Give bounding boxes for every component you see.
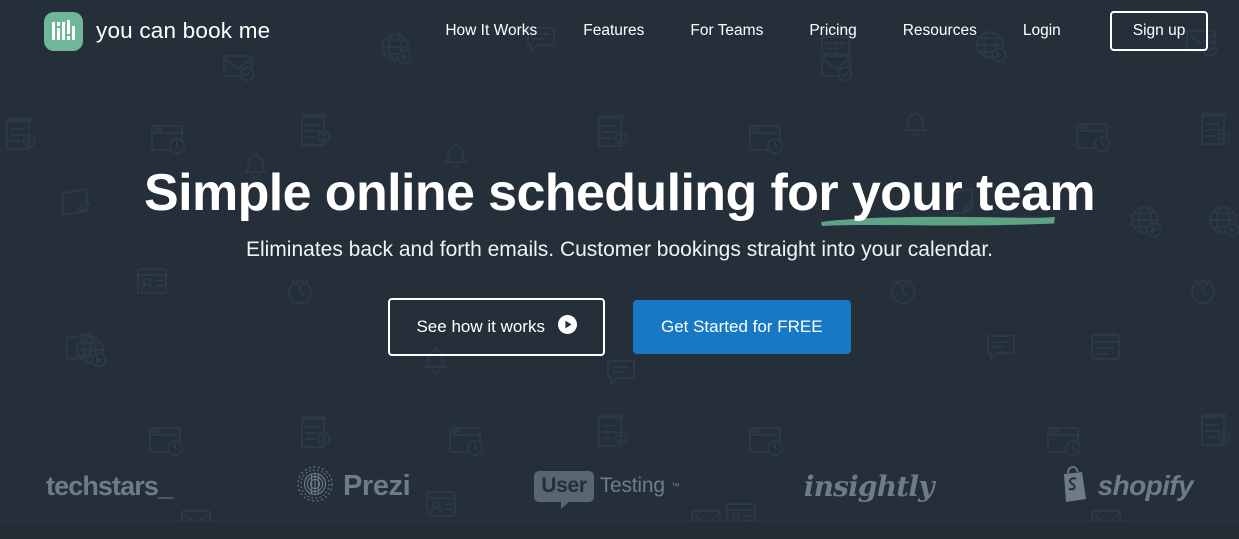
hero-subtitle: Eliminates back and forth emails. Custom…: [245, 238, 994, 261]
get-started-button[interactable]: Get Started for FREE: [632, 300, 851, 354]
nav-login[interactable]: Login: [1000, 16, 1084, 46]
bar-chart-logo-icon: [44, 11, 83, 51]
shopify-wordmark: shopify: [1097, 470, 1194, 501]
client-logo-usertesting: User Testing ™: [534, 470, 680, 509]
brand-name: you can book me: [96, 18, 271, 43]
hero-section: Simple online scheduling for your team E…: [0, 62, 1239, 452]
see-how-it-works-button[interactable]: See how it works: [388, 298, 605, 356]
hero-actions: See how it works Get Started for FREE: [0, 298, 1239, 356]
play-circle-icon: [557, 315, 577, 339]
prezi-wordmark: Prezi: [342, 469, 411, 502]
shopify-bag-icon: [1058, 465, 1090, 507]
usertesting-wordmark: Testing: [599, 474, 665, 497]
nav-pricing[interactable]: Pricing: [786, 16, 879, 46]
techstars-wordmark: techstars_: [46, 470, 173, 501]
client-logo-techstars: techstars_: [46, 470, 173, 502]
sign-up-button[interactable]: Sign up: [1109, 11, 1209, 51]
main-navigation: How It Works Features For Teams Pricing …: [422, 11, 1209, 51]
nav-how-it-works[interactable]: How It Works: [422, 16, 560, 46]
see-how-it-works-label: See how it works: [416, 317, 545, 336]
bottom-divider: [0, 521, 1239, 522]
client-logo-prezi: Prezi: [296, 465, 411, 508]
nav-features[interactable]: Features: [560, 16, 667, 46]
landing-page: you can book me How It Works Features Fo…: [0, 0, 1239, 539]
client-logo-insightly: insightly: [803, 469, 935, 503]
brand-logo-link[interactable]: you can book me: [44, 11, 271, 51]
page-title: Simple online scheduling for your team: [144, 164, 1096, 222]
client-logo-shopify: shopify: [1058, 465, 1194, 507]
client-logo-strip: techstars_ Prezi User Testing ™ insightl…: [0, 452, 1239, 520]
site-header: you can book me How It Works Features Fo…: [0, 0, 1239, 62]
usertesting-trademark: ™: [670, 481, 680, 491]
prezi-sunburst-icon: [296, 465, 334, 508]
nav-for-teams[interactable]: For Teams: [667, 16, 786, 46]
usertesting-bubble-label: User: [541, 473, 587, 497]
insightly-wordmark: insightly: [803, 469, 935, 503]
nav-resources[interactable]: Resources: [880, 16, 1000, 46]
hero-title-wrapper: Simple online scheduling for your team: [144, 162, 1096, 226]
usertesting-speech-bubble-icon: User: [534, 470, 594, 509]
